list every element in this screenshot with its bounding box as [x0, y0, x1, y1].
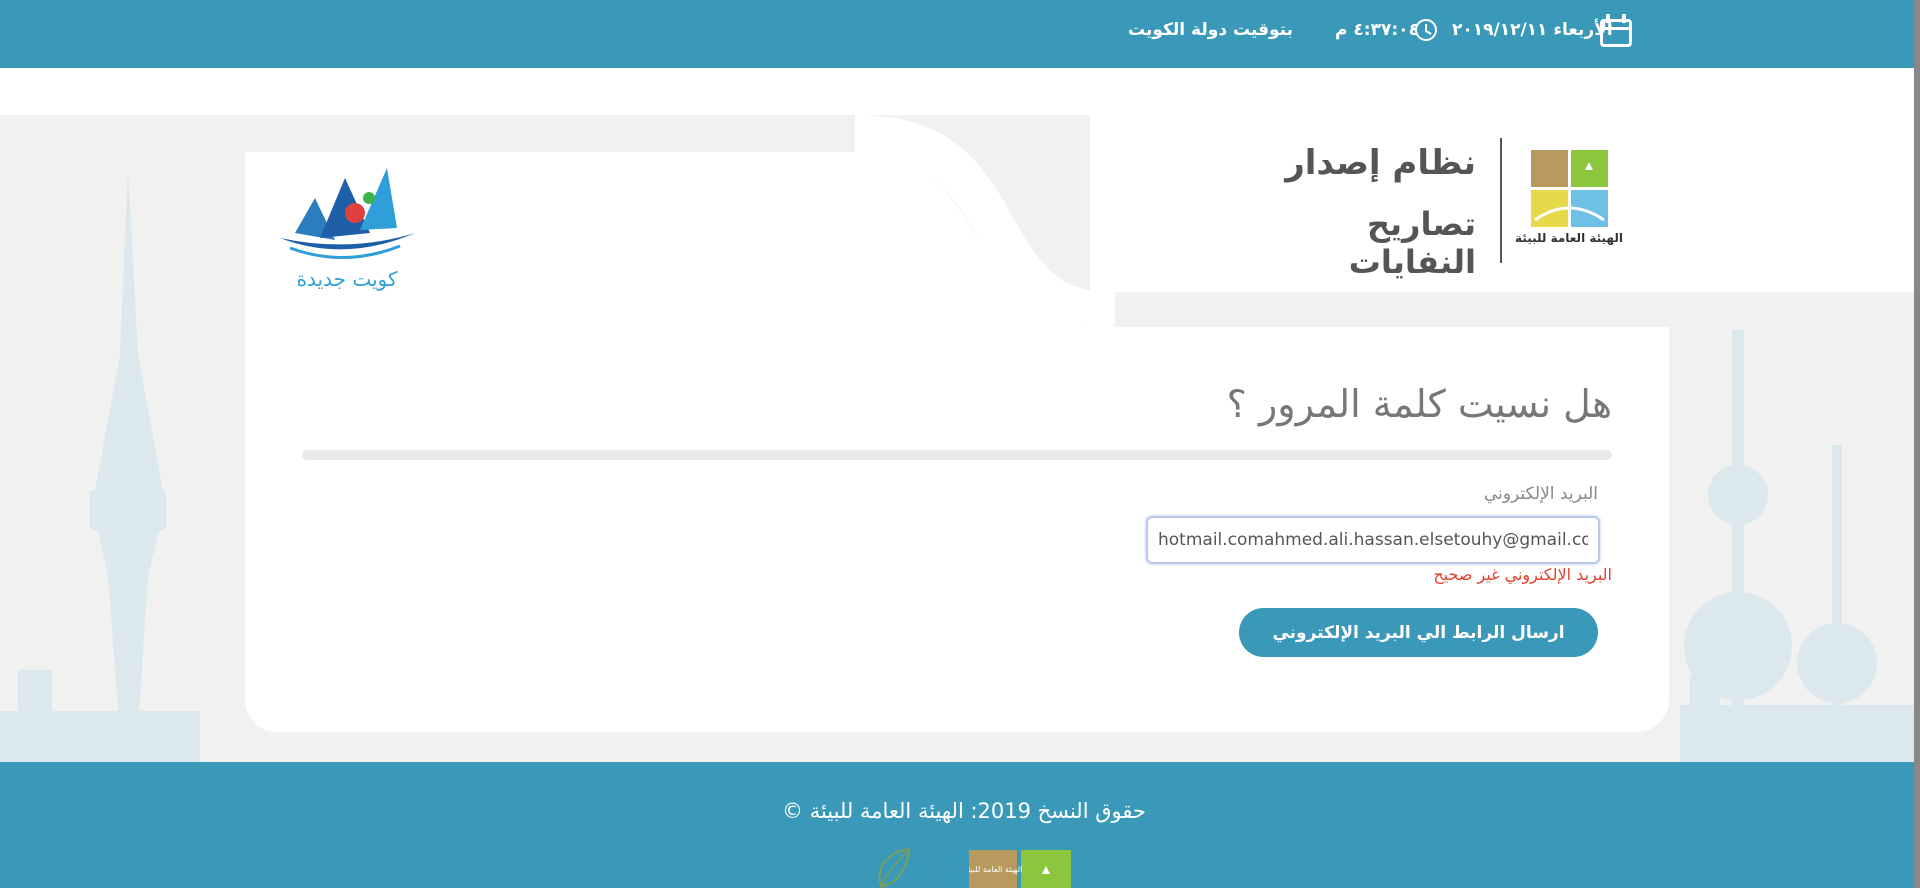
send-reset-link-button[interactable]: ارسال الرابط الي البريد الإلكتروني — [1239, 608, 1598, 657]
header-right-panel — [1090, 115, 1914, 292]
new-kuwait-logo: كويت جديدة — [280, 168, 415, 291]
top-bar: بتوقيت دولة الكويت ٤:٣٧:٠٤ م الأربعاء ٢٠… — [0, 0, 1914, 68]
footer-epa-logo: الهيئة العامة للبيئة — [969, 850, 1071, 888]
leaf-icon — [878, 847, 911, 888]
email-label: البريد الإلكتروني — [1483, 484, 1598, 504]
page-title: هل نسيت كلمة المرور ؟ — [1226, 382, 1612, 426]
title-divider — [302, 450, 1612, 460]
current-time: ٤:٣٧:٠٤ م — [1335, 20, 1419, 40]
logo-divider — [1500, 138, 1502, 263]
system-title-line2: تصاريح النفايات — [1348, 205, 1476, 281]
epa-logo-caption: الهيئة العامة للبيئة — [1515, 231, 1623, 245]
email-input[interactable] — [1146, 516, 1600, 564]
copyright-text: حقوق النسخ 2019: الهيئة العامة للبيئة © — [782, 799, 1146, 823]
footer: حقوق النسخ 2019: الهيئة العامة للبيئة © … — [0, 762, 1914, 888]
system-title-line1: نظام إصدار — [1285, 143, 1476, 183]
email-error-message: البريد الإلكتروني غير صحيح — [1433, 565, 1612, 584]
header-curve — [855, 115, 1115, 328]
new-kuwait-logo-text: كويت جديدة — [297, 267, 398, 291]
timezone-label: بتوقيت دولة الكويت — [1128, 20, 1294, 40]
footer-logo-text: الهيئة العامة للبيئة — [969, 865, 1022, 874]
calendar-icon — [1600, 14, 1632, 47]
clock-icon — [1415, 19, 1437, 41]
vertical-scrollbar[interactable] — [1914, 0, 1920, 888]
current-date: الأربعاء ٢٠١٩/١٢/١١ — [1452, 20, 1613, 40]
